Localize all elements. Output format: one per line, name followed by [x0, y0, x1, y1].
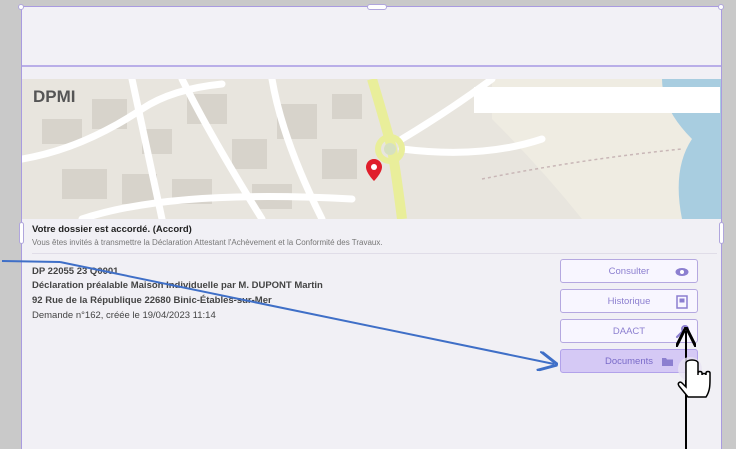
divider [32, 253, 717, 254]
location-pin-icon[interactable] [366, 159, 382, 181]
daact-button[interactable]: DAACT [560, 319, 698, 343]
redacted-box [474, 87, 720, 113]
eye-icon [675, 268, 689, 276]
dossier-number: DP 22055 23 Q0001 [32, 266, 119, 277]
header-bar [22, 7, 721, 67]
resize-handle[interactable] [18, 4, 24, 10]
resize-handle[interactable] [719, 222, 724, 244]
consult-label: Consulter [608, 265, 650, 277]
folder-open-icon [662, 358, 673, 366]
map-label: DPMI [33, 87, 76, 106]
daact-label: DAACT [612, 325, 646, 337]
app-window: DPMI Votre dossier est accordé. (Accord)… [18, 4, 724, 449]
dossier-request: Demande n°162, créée le 19/04/2023 11:14 [32, 310, 216, 321]
map-view[interactable]: DPMI [22, 79, 721, 219]
documents-button[interactable]: Documents 1 [560, 349, 698, 373]
consult-button[interactable]: Consulter [560, 259, 698, 283]
dossier-type: Déclaration préalable Maison Individuell… [32, 280, 323, 291]
resize-handle[interactable] [367, 4, 387, 10]
dossier-address: 92 Rue de la République 22680 Binic-Étab… [32, 295, 272, 306]
documents-label: Documents [604, 355, 654, 367]
status-subtitle: Vous êtes invités à transmettre la Décla… [32, 238, 383, 247]
history-label: Historique [607, 295, 651, 307]
resize-handle[interactable] [718, 4, 724, 10]
wrench-icon [675, 325, 689, 339]
documents-count: 1 [683, 356, 689, 366]
resize-handle[interactable] [19, 222, 24, 244]
status-title: Votre dossier est accordé. (Accord) [32, 224, 192, 235]
book-icon [676, 295, 688, 309]
history-button[interactable]: Historique [560, 289, 698, 313]
